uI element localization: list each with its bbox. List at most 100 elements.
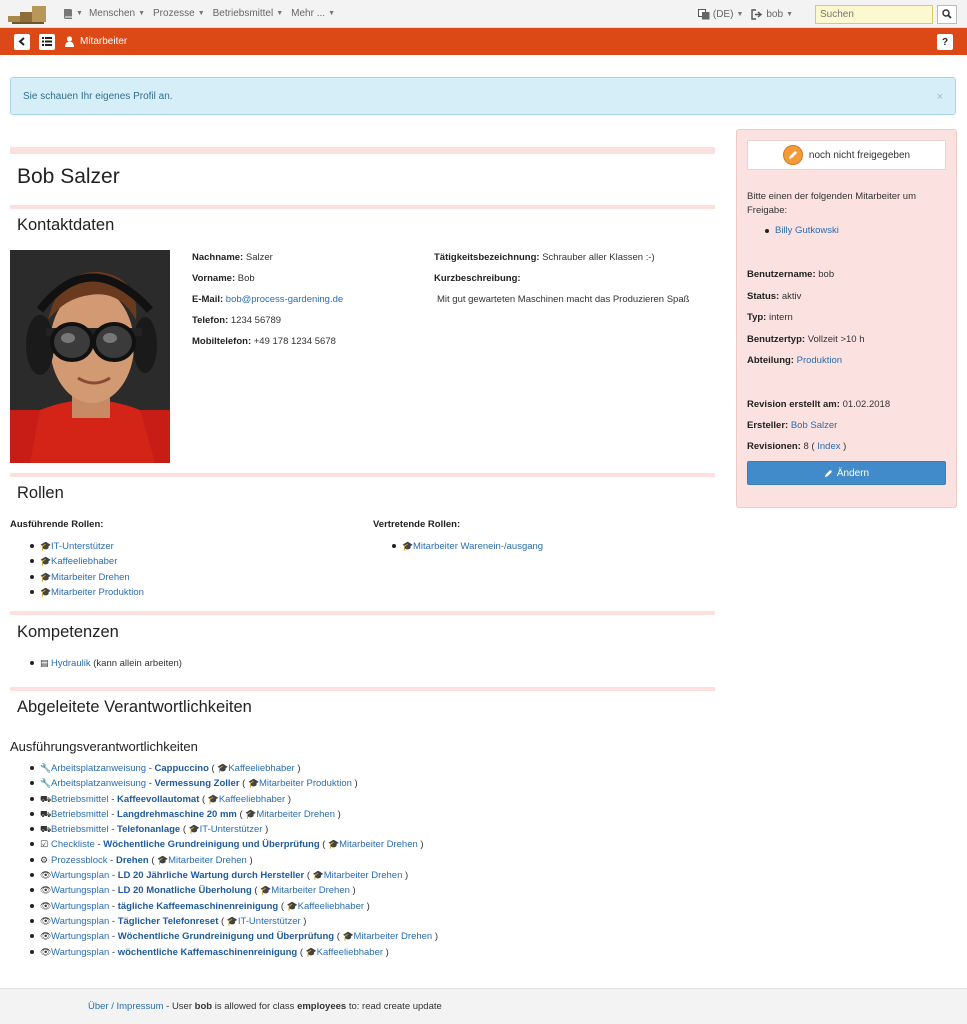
revisions-field: Revisionen: 8 ( Index ) [747, 441, 847, 452]
responsibility-type-link[interactable]: Betriebsmittel [51, 824, 109, 835]
responsibility-type-link[interactable]: Wartungsplan [51, 885, 109, 896]
usertype-field: Benutzertyp: Vollzeit >10 h [747, 334, 865, 345]
username-field: Benutzername: bob [747, 269, 835, 280]
responsibility-type-link[interactable]: Wartungsplan [51, 870, 109, 881]
menu-prozesse[interactable]: Prozesse ▼ [153, 8, 205, 19]
role-link[interactable]: Mitarbeiter Produktion [51, 587, 144, 598]
role-link[interactable]: IT-Unterstützer [51, 541, 114, 552]
role-link[interactable]: Kaffeeliebhaber [298, 901, 364, 912]
close-icon[interactable]: × [937, 91, 943, 103]
revision-index-link[interactable]: Index [817, 441, 840, 452]
approval-request-text: Bitte einen der folgenden Mitarbeiter um [747, 191, 916, 202]
responsibility-type-link[interactable]: Arbeitsplatzanweisung [51, 763, 146, 774]
list-button[interactable] [39, 33, 55, 50]
eye-icon: 👁 [40, 870, 52, 881]
role-link[interactable]: Mitarbeiter Drehen [324, 870, 403, 881]
user-menu[interactable]: bob ▼ [751, 9, 793, 20]
approver-list: Billy Gutkowski [763, 224, 839, 238]
wrench-icon: 🔧 [40, 763, 52, 773]
firstname-field: Vorname: Bob [192, 273, 255, 284]
responsibility-link[interactable]: Täglicher Telefonreset [118, 916, 219, 927]
handbook-menu[interactable]: ▼ [62, 8, 83, 20]
role-link[interactable]: IT-Unterstützer [238, 916, 301, 927]
type-field: Typ: intern [747, 312, 793, 323]
graduation-cap-icon: 🎓 [157, 854, 169, 865]
graduation-cap-icon: 🎓 [245, 808, 257, 819]
responsibility-type-link[interactable]: Betriebsmittel [51, 794, 109, 805]
back-button[interactable] [14, 33, 30, 50]
responsibility-item: ⛟Betriebsmittel - Langdrehmaschine 20 mm… [28, 807, 438, 822]
responsibility-type-link[interactable]: Wartungsplan [51, 931, 109, 942]
responsibility-type-link[interactable]: Arbeitsplatzanweisung [51, 778, 146, 789]
responsibility-link[interactable]: Vermessung Zoller [155, 778, 240, 789]
section-divider [10, 147, 715, 154]
responsibility-type-link[interactable]: Checkliste [51, 839, 95, 850]
graduation-cap-icon: 🎓 [217, 763, 229, 773]
search-input[interactable] [815, 4, 933, 24]
role-link[interactable]: Kaffeeliebhaber [317, 947, 383, 958]
list-item: 🎓Mitarbeiter Produktion [28, 585, 144, 600]
edit-button[interactable]: Ändern [747, 461, 946, 485]
sign-out-icon [751, 8, 763, 20]
role-link[interactable]: Kaffeeliebhaber [219, 794, 285, 805]
search-button[interactable] [937, 4, 957, 24]
responsibility-type-link[interactable]: Betriebsmittel [51, 809, 109, 820]
responsibility-type-link[interactable]: Wartungsplan [51, 947, 109, 958]
responsibility-item: ☑ Checkliste - Wöchentliche Grundreinigun… [28, 837, 438, 852]
role-link[interactable]: Mitarbeiter Drehen [339, 839, 418, 850]
list-icon [42, 37, 52, 46]
app-logo[interactable] [8, 4, 48, 24]
status-field: Status: aktiv [747, 291, 802, 302]
language-selector[interactable]: (DE) ▼ [697, 8, 743, 20]
chevron-down-icon: ▼ [328, 10, 335, 17]
graduation-cap-icon: 🎓 [247, 778, 260, 789]
responsibility-type-link[interactable]: Prozessblock [51, 855, 108, 866]
chevron-down-icon: ▼ [197, 10, 205, 17]
graduation-cap-icon: 🎓 [312, 870, 324, 881]
creator-link[interactable]: Bob Salzer [791, 420, 837, 431]
responsibility-link[interactable]: tägliche Kaffeemaschinenreinigung [118, 901, 278, 912]
menu-mehr[interactable]: Mehr ... ▼ [291, 8, 335, 19]
responsibility-link[interactable]: LD 20 Jährliche Wartung durch Hersteller [118, 870, 305, 881]
section-divider [10, 205, 715, 209]
role-link[interactable]: Kaffeeliebhaber [228, 763, 294, 774]
responsibility-link[interactable]: Wöchentliche Grundreinigung und Überprüf… [103, 839, 319, 850]
role-link[interactable]: Mitarbeiter Drehen [168, 855, 247, 866]
responsibility-link[interactable]: Langdrehmaschine 20 mm [117, 809, 237, 820]
role-link[interactable]: IT-Unterstützer [200, 824, 263, 835]
responsibility-link[interactable]: Telefonanlage [117, 824, 180, 835]
responsibility-link[interactable]: Drehen [116, 855, 149, 866]
email-link[interactable]: bob@process-gardening.de [226, 294, 343, 305]
role-link[interactable]: Mitarbeiter Drehen [354, 931, 433, 942]
exec-roles-list: 🎓IT-Unterstützer 🎓Kaffeeliebhaber 🎓Mitar… [28, 539, 144, 600]
responsibility-link[interactable]: Wöchentliche Grundreinigung und Überprüf… [118, 931, 334, 942]
role-link[interactable]: Mitarbeiter Drehen [51, 572, 130, 583]
list-item: 🎓Kaffeeliebhaber [28, 554, 144, 569]
role-link[interactable]: Mitarbeiter Drehen [271, 885, 350, 896]
responsibility-item: ⛟Betriebsmittel - Telefonanlage ( 🎓IT-Un… [28, 822, 438, 837]
approver-link[interactable]: Billy Gutkowski [775, 225, 839, 236]
wrench-icon: 🔧 [40, 778, 52, 789]
responsibility-link[interactable]: LD 20 Monatliche Überholung [118, 885, 252, 896]
role-link[interactable]: Mitarbeiter Drehen [256, 809, 335, 820]
menu-menschen[interactable]: Menschen ▼ [89, 8, 145, 19]
role-link[interactable]: Kaffeeliebhaber [51, 556, 117, 567]
responsibility-type-link[interactable]: Wartungsplan [51, 901, 109, 912]
responsibility-link[interactable]: Kaffeevollautomat [117, 794, 199, 805]
department-link[interactable]: Produktion [797, 355, 842, 366]
truck-icon: ⛟ [40, 824, 52, 835]
role-link[interactable]: Mitarbeiter Produktion [259, 778, 352, 789]
list-item: 🎓IT-Unterstützer [28, 539, 144, 554]
responsibility-link[interactable]: Cappuccino [155, 763, 209, 774]
menu-betriebsmittel[interactable]: Betriebsmittel ▼ [213, 8, 284, 19]
imprint-link[interactable]: Über / Impressum [88, 1001, 164, 1012]
email-field: E-Mail: bob@process-gardening.de [192, 294, 344, 305]
role-link[interactable]: Mitarbeiter Warenein-/ausgang [413, 541, 543, 552]
graduation-cap-icon: 🎓 [40, 541, 52, 551]
help-button[interactable]: ? [937, 34, 953, 50]
responsibility-type-link[interactable]: Wartungsplan [51, 916, 109, 927]
chevron-down-icon: ▼ [276, 10, 284, 17]
execution-responsibilities-heading: Ausführungsverantwortlichkeiten [10, 739, 198, 754]
responsibility-link[interactable]: wöchentliche Kaffemaschinenreinigung [118, 947, 297, 958]
competence-link[interactable]: Hydraulik [51, 658, 91, 669]
